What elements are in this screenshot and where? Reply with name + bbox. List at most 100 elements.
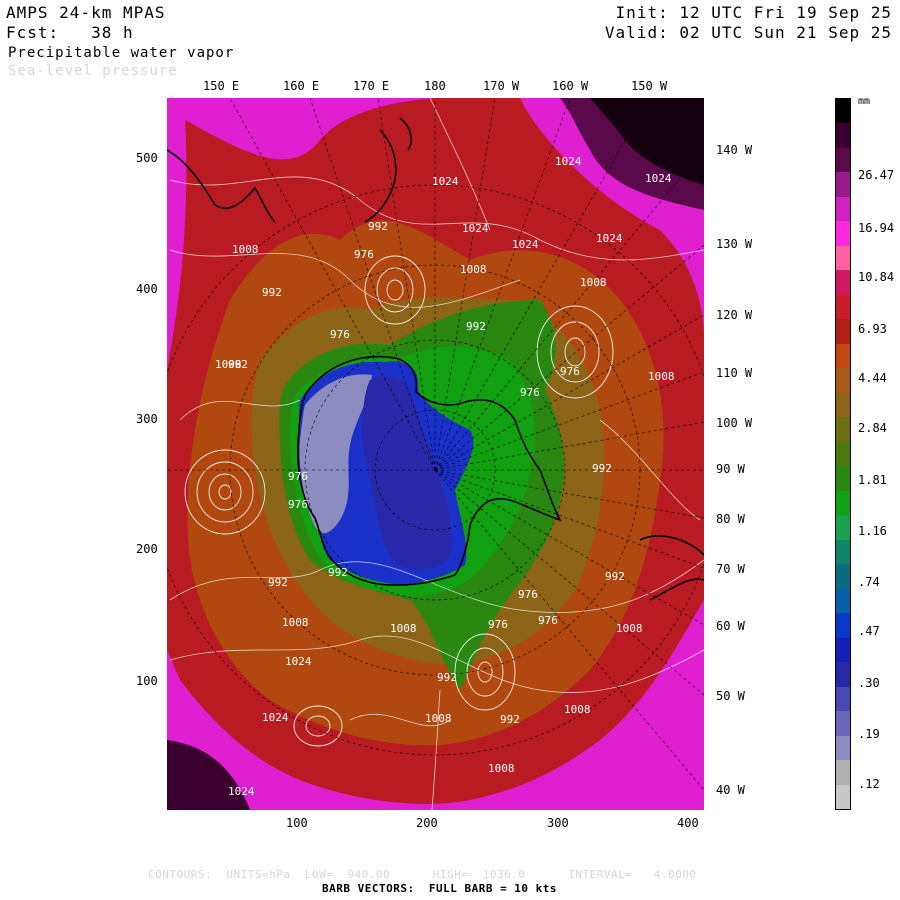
colorbar-segment (836, 613, 850, 639)
right-lon-label: 90 W (716, 462, 745, 476)
colorbar-label: .47 (858, 624, 880, 638)
right-lon-label: 130 W (716, 237, 753, 251)
colorbar-segment (836, 588, 850, 614)
colorbar-label: 16.94 (858, 221, 895, 235)
colorbar-segment (836, 319, 850, 345)
contour-label: 1008 (564, 703, 591, 716)
left-axis-label: 200 (136, 542, 158, 556)
right-lon-label: 60 W (716, 619, 745, 633)
colorbar-segment (836, 417, 850, 443)
colorbar-segment (836, 294, 850, 320)
colorbar-segment (836, 711, 850, 737)
model-name: AMPS 24-km MPAS (6, 3, 166, 22)
colorbar-label: 6.93 (858, 322, 887, 336)
contour-label: 976 (354, 248, 374, 261)
top-lon-label: 150 W (631, 79, 668, 93)
colorbar-label: 1.81 (858, 473, 887, 487)
map-svg: 1024 1024 1024 1024 1024 1024 1008 1008 1008 992 9… (167, 98, 704, 810)
colorbar-segment (836, 123, 850, 149)
bottom-axis-label: 200 (416, 816, 438, 830)
colorbar-segment (836, 196, 850, 222)
contour-label: 1024 (262, 711, 289, 724)
contour-label: 976 (538, 614, 558, 627)
left-axis-label: 300 (136, 412, 158, 426)
field-title-pwv: Precipitable water vapor (8, 45, 235, 61)
contour-label: 1024 (228, 785, 255, 798)
contour-label: 1008 (648, 370, 675, 383)
contour-label: 1008 (282, 616, 309, 629)
top-lon-label: 150 E (203, 79, 240, 93)
contour-label: 1024 (555, 155, 582, 168)
left-axis-label: 400 (136, 282, 158, 296)
colorbar-label: 1.16 (858, 524, 887, 538)
contour-label: 1024 (285, 655, 312, 668)
colorbar-label: 10.84 (858, 270, 895, 284)
colorbar-segment (836, 99, 850, 124)
contour-label: 976 (330, 328, 350, 341)
field-title-slp: Sea-level pressure (8, 63, 178, 79)
pwv-colorbar (835, 98, 851, 810)
contour-label: 992 (328, 566, 348, 579)
contour-label: 992 (262, 286, 282, 299)
colorbar-segment (836, 368, 850, 394)
left-axis-label: 500 (136, 151, 158, 165)
colorbar-segment (836, 539, 850, 565)
colorbar-segment (836, 392, 850, 418)
contour-label: 976 (288, 498, 308, 511)
colorbar-segment (836, 172, 850, 198)
colorbar-segment (836, 515, 850, 541)
contour-label: 1008 (488, 762, 515, 775)
right-lon-label: 70 W (716, 562, 745, 576)
top-lon-label: 180 (424, 79, 446, 93)
colorbar-label: 26.47 (858, 168, 895, 182)
colorbar-segment (836, 270, 850, 296)
contour-label: 1008 (580, 276, 607, 289)
forecast-hour: Fcst: 38 h (6, 23, 134, 42)
right-lon-label: 110 W (716, 366, 753, 380)
top-lon-label: 170 W (483, 79, 520, 93)
top-lon-label: 160 E (283, 79, 320, 93)
contour-label: 1008 (425, 712, 452, 725)
contour-label: 992 (592, 462, 612, 475)
contour-label: 976 (560, 365, 580, 378)
contour-label: 1008 (616, 622, 643, 635)
contour-label: 992 (466, 320, 486, 333)
top-lon-label: 170 E (353, 79, 390, 93)
contour-label: 976 (518, 588, 538, 601)
right-lon-label: 40 W (716, 783, 745, 797)
contour-label: 992 (368, 220, 388, 233)
top-lon-label: 160 W (552, 79, 589, 93)
contour-label: 992 (228, 358, 248, 371)
valid-time: Valid: 02 UTC Sun 21 Sep 25 (604, 23, 892, 42)
contour-label: 976 (520, 386, 540, 399)
bottom-axis-label: 300 (547, 816, 569, 830)
colorbar-segment (836, 784, 850, 810)
map-panel[interactable]: 1024 1024 1024 1024 1024 1024 1008 1008 1008 992 9… (167, 98, 704, 810)
colorbar-units: mm (858, 96, 871, 107)
right-lon-label: 100 W (716, 416, 753, 430)
contour-label: 976 (288, 470, 308, 483)
colorbar-label: 4.44 (858, 371, 887, 385)
right-lon-label: 80 W (716, 512, 745, 526)
colorbar-label: 2.84 (858, 421, 887, 435)
colorbar-label: .74 (858, 575, 880, 589)
contour-label: 992 (500, 713, 520, 726)
right-lon-label: 120 W (716, 308, 753, 322)
init-time: Init: 12 UTC Fri 19 Sep 25 (615, 3, 892, 22)
colorbar-label: .12 (858, 777, 880, 791)
colorbar-label: .30 (858, 676, 880, 690)
colorbar-segment (836, 564, 850, 590)
contour-label: 1024 (462, 222, 489, 235)
colorbar-segment (836, 221, 850, 247)
colorbar-segment (836, 147, 850, 173)
colorbar-label: .19 (858, 727, 880, 741)
footer-contours-info: CONTOURS: UNITS=hPa LOW= 940.00 HIGH= 10… (148, 868, 697, 881)
contour-label: 1024 (645, 172, 672, 185)
colorbar-segment (836, 441, 850, 467)
colorbar-segment (836, 343, 850, 369)
contour-label: 992 (268, 576, 288, 589)
contour-label: 1024 (512, 238, 539, 251)
colorbar-segment (836, 662, 850, 688)
right-lon-label: 50 W (716, 689, 745, 703)
colorbar-segment (836, 760, 850, 785)
